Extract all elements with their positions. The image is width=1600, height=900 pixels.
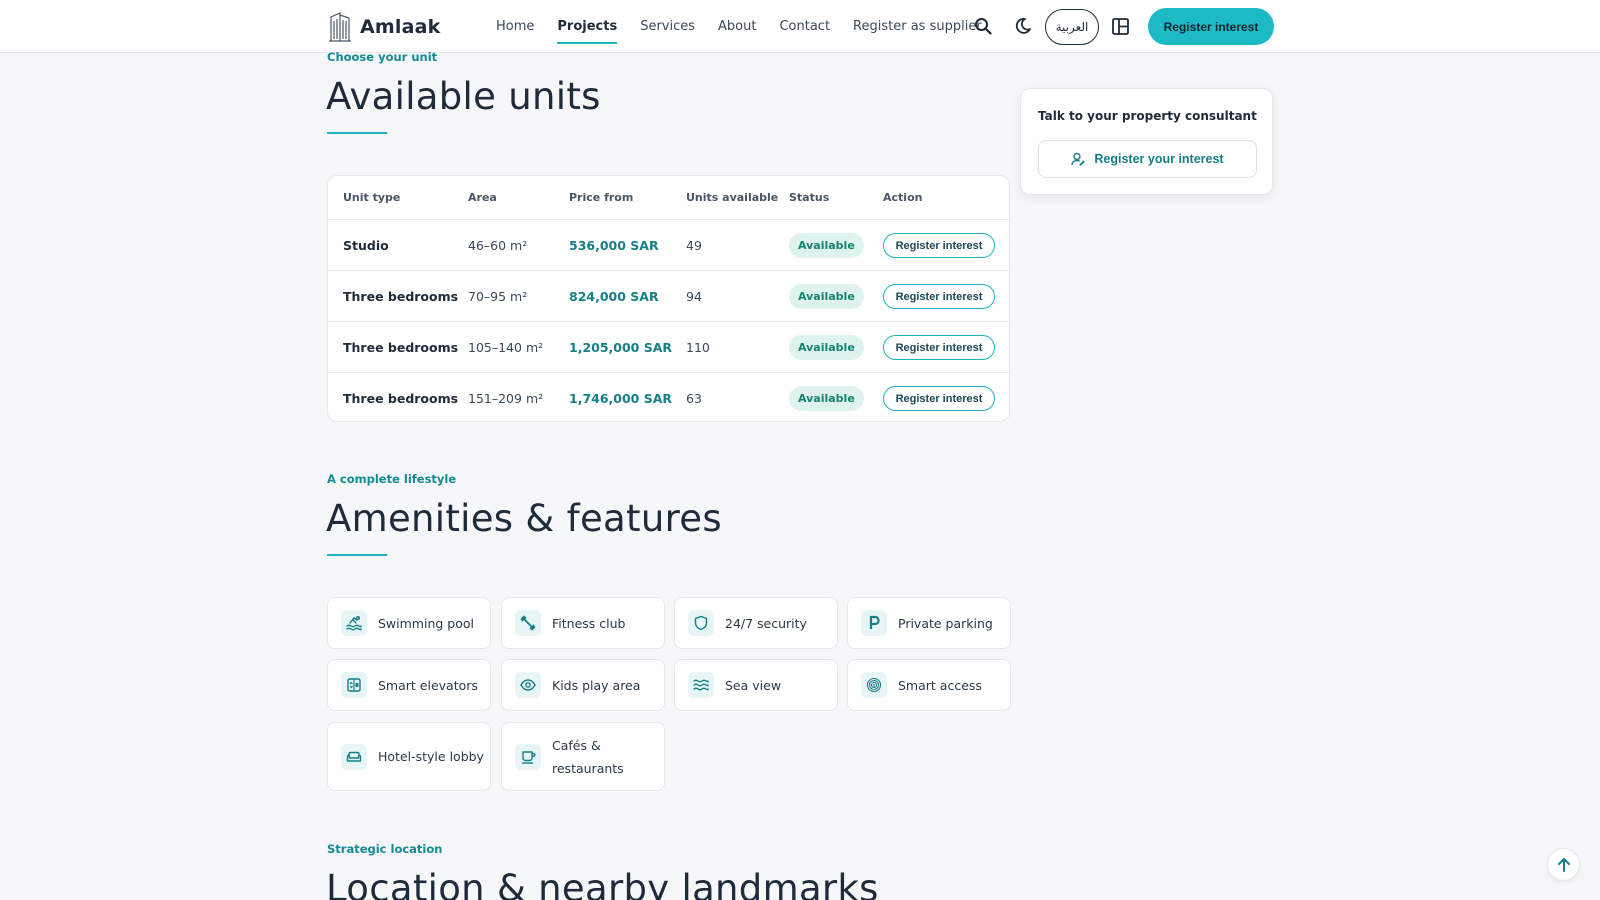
- column-header: Action: [883, 191, 923, 204]
- table-row: Three bedrooms 151–209 m² 1,746,000 SAR …: [328, 373, 1009, 421]
- elevator-icon: [341, 672, 367, 698]
- unit-price: 1,746,000 SAR: [569, 391, 673, 406]
- column-header: Price from: [569, 191, 634, 204]
- arrow-up-icon: [1557, 857, 1570, 872]
- register-your-interest-button[interactable]: Register your interest: [1038, 140, 1257, 178]
- amenities-title-rule: [327, 554, 387, 556]
- amenity-label: Kids play area: [552, 677, 641, 693]
- nav-projects[interactable]: Projects: [557, 0, 617, 53]
- amenity-card: Fitness club: [501, 597, 665, 649]
- nav-home[interactable]: Home: [496, 0, 534, 53]
- amenity-label: Smart elevators: [378, 677, 478, 693]
- nav-register-supplier[interactable]: Register as supplier: [853, 0, 982, 53]
- location-eyebrow: Strategic location: [327, 842, 443, 856]
- cup-icon: [515, 743, 541, 770]
- table-row: Studio 46–60 m² 536,000 SAR 49 Available…: [328, 220, 1009, 271]
- amenity-card: Sea view: [674, 659, 838, 711]
- main-nav: Home Projects Services About Contact Reg…: [496, 0, 1005, 53]
- column-header: Status: [789, 191, 830, 204]
- table-row: Three bedrooms 70–95 m² 824,000 SAR 94 A…: [328, 271, 1009, 322]
- brand-name: Amlaak: [360, 15, 441, 38]
- amenity-label: Smart access: [898, 677, 982, 693]
- amenity-card: Kids play area: [501, 659, 665, 711]
- pool-icon: [341, 610, 367, 636]
- amenity-label: Fitness club: [552, 615, 626, 631]
- register-interest-row-button[interactable]: Register interest: [883, 386, 995, 411]
- sofa-icon: [341, 743, 367, 770]
- status-badge: Available: [789, 284, 864, 309]
- units-title-rule: [327, 132, 387, 134]
- amenities-eyebrow: A complete lifestyle: [327, 472, 457, 486]
- site-header: Amlaak Home Projects Services About Cont…: [0, 0, 1600, 53]
- amenities-title: Amenities & features: [326, 497, 722, 540]
- consultant-card: Talk to your property consultant Registe…: [1020, 88, 1273, 195]
- fingerprint-icon: [861, 672, 887, 698]
- parking-icon: [861, 610, 887, 636]
- waves-icon: [688, 672, 714, 698]
- units-available: 49: [686, 238, 702, 253]
- register-interest-row-button[interactable]: Register interest: [883, 233, 995, 258]
- amenity-card: Smart access: [847, 659, 1011, 711]
- unit-type: Studio: [343, 238, 389, 253]
- search-icon[interactable]: [972, 15, 994, 37]
- register-your-interest-label: Register your interest: [1094, 152, 1224, 166]
- units-title: Available units: [326, 75, 601, 118]
- amenity-card: Private parking: [847, 597, 1011, 649]
- amenity-card: Hotel-style lobby: [327, 722, 491, 791]
- table-header: Unit type Area Price from Units availabl…: [328, 176, 1009, 220]
- building-logo-icon: [329, 12, 351, 42]
- unit-price: 1,205,000 SAR: [569, 340, 673, 355]
- dumbbell-icon: [515, 610, 541, 636]
- units-available: 110: [686, 340, 710, 355]
- amenity-card: Smart elevators: [327, 659, 491, 711]
- eye-icon: [515, 672, 541, 698]
- amenity-card: Cafés & restaurants: [501, 722, 665, 791]
- nav-services[interactable]: Services: [640, 0, 695, 53]
- unit-price: 824,000 SAR: [569, 289, 659, 304]
- amenity-label: Cafés & restaurants: [552, 737, 624, 776]
- unit-price: 536,000 SAR: [569, 238, 659, 253]
- table-row: Three bedrooms 105–140 m² 1,205,000 SAR …: [328, 322, 1009, 373]
- moon-icon[interactable]: [1012, 15, 1034, 37]
- amenity-label: Swimming pool: [378, 615, 474, 631]
- unit-type: Three bedrooms: [343, 391, 459, 406]
- units-available: 94: [686, 289, 702, 304]
- amenity-label: Hotel-style lobby: [378, 749, 484, 764]
- brand[interactable]: Amlaak: [328, 11, 441, 42]
- amenity-card: Swimming pool: [327, 597, 491, 649]
- shield-icon: [688, 610, 714, 636]
- unit-area: 151–209 m²: [468, 391, 544, 406]
- nav-contact[interactable]: Contact: [779, 0, 830, 53]
- amenity-label: Sea view: [725, 677, 782, 693]
- units-table: Unit type Area Price from Units availabl…: [327, 175, 1010, 422]
- column-header: Units available: [686, 191, 779, 204]
- location-title: Location & nearby landmarks: [326, 867, 879, 900]
- unit-area: 70–95 m²: [468, 289, 528, 304]
- layout-icon[interactable]: [1109, 15, 1131, 37]
- unit-type: Three bedrooms: [343, 289, 459, 304]
- user-edit-icon: [1071, 152, 1086, 166]
- unit-type: Three bedrooms: [343, 340, 459, 355]
- consultant-title: Talk to your property consultant: [1038, 109, 1257, 123]
- register-interest-header-button[interactable]: Register interest: [1148, 8, 1274, 45]
- register-interest-row-button[interactable]: Register interest: [883, 284, 995, 309]
- column-header: Area: [468, 191, 497, 204]
- amenity-label: 24/7 security: [725, 615, 807, 631]
- language-toggle-button[interactable]: العربية: [1045, 9, 1099, 45]
- unit-area: 46–60 m²: [468, 238, 528, 253]
- scroll-to-top-button[interactable]: [1547, 848, 1580, 881]
- column-header: Unit type: [343, 191, 401, 204]
- units-eyebrow: Choose your unit: [327, 50, 438, 64]
- status-badge: Available: [789, 233, 864, 258]
- amenity-card: 24/7 security: [674, 597, 838, 649]
- status-badge: Available: [789, 335, 864, 360]
- units-available: 63: [686, 391, 702, 406]
- nav-about[interactable]: About: [718, 0, 756, 53]
- register-interest-row-button[interactable]: Register interest: [883, 335, 995, 360]
- status-badge: Available: [789, 386, 864, 411]
- amenity-label: Private parking: [898, 615, 993, 631]
- unit-area: 105–140 m²: [468, 340, 544, 355]
